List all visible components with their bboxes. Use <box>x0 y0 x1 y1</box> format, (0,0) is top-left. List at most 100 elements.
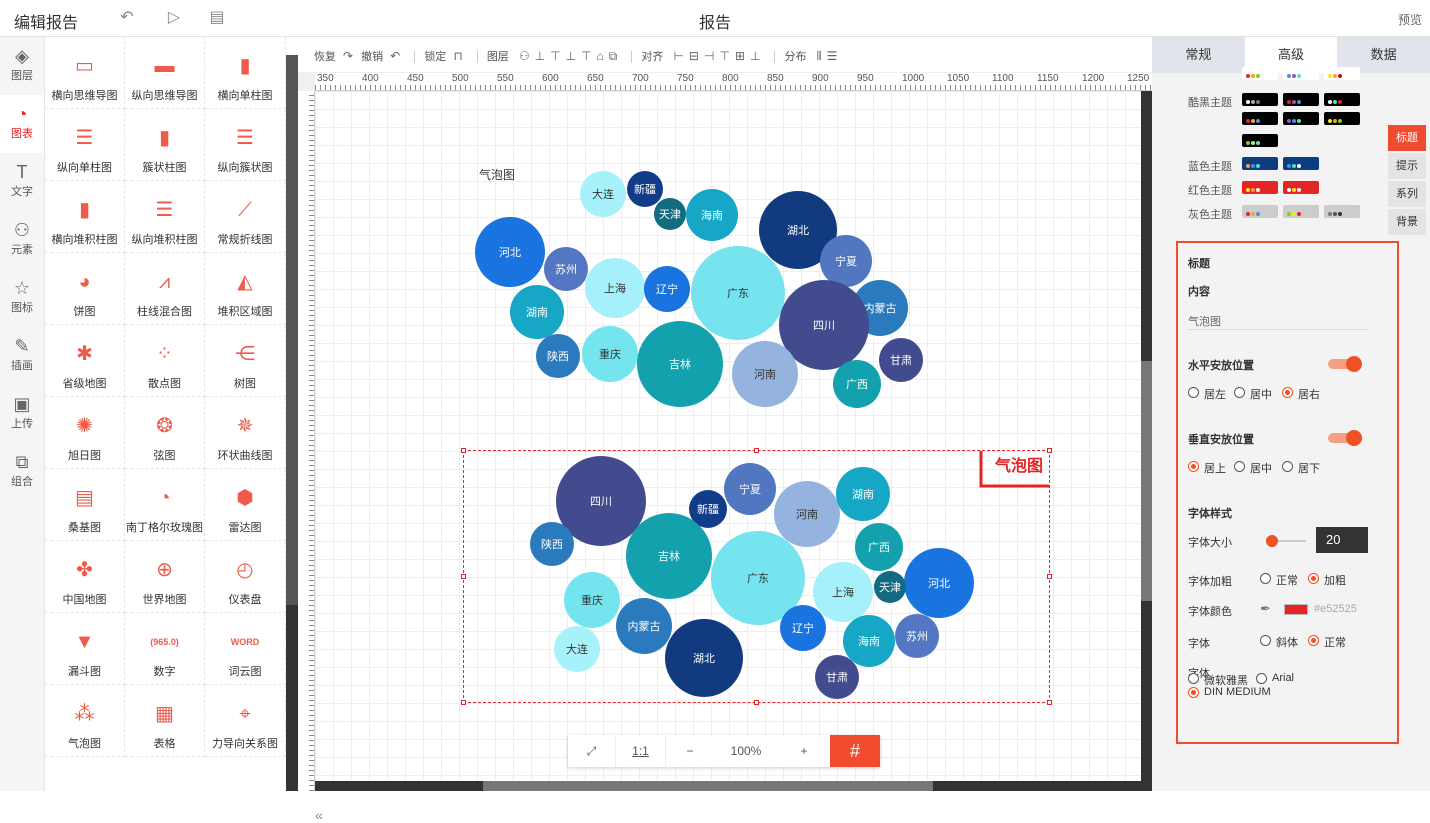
distribute-button[interactable]: 分布 <box>785 48 807 64</box>
palette-item[interactable]: ◴ 仪表盘 <box>205 541 286 613</box>
delete-icon[interactable]: ⌂ <box>596 49 603 63</box>
lock-icon[interactable]: ⊓ <box>453 49 462 63</box>
h-position-radio-2[interactable] <box>1282 387 1293 398</box>
palette-item[interactable]: ▮ 横向堆积柱图 <box>45 181 125 253</box>
grid-toggle-button[interactable]: # <box>830 735 880 767</box>
nav-item-7[interactable]: ⧉ 组合 <box>0 443 44 501</box>
move-down-icon[interactable]: ⊤ <box>581 49 591 63</box>
palette-item[interactable]: ⋲ 树图 <box>205 325 286 397</box>
font-family-radio-2[interactable] <box>1188 687 1199 698</box>
palette-item[interactable]: ⟋ 常规折线图 <box>205 181 286 253</box>
palette-item[interactable]: ❂ 弦图 <box>125 397 205 469</box>
palette-item[interactable]: ✤ 中国地图 <box>45 541 125 613</box>
palette-item[interactable]: ▭ 横向思维导图 <box>45 37 125 109</box>
palette-item[interactable]: ⊕ 世界地图 <box>125 541 205 613</box>
align-button[interactable]: 对齐 <box>641 48 663 64</box>
align-vcenter-icon[interactable]: ⊞ <box>735 49 745 63</box>
palette-item[interactable]: (965.0) 数字 <box>125 613 205 685</box>
v-position-radio-0[interactable] <box>1188 461 1199 472</box>
layer-button[interactable]: 图层 <box>487 48 509 64</box>
bold-radio-0[interactable] <box>1260 573 1271 584</box>
palette-item[interactable]: ✵ 环状曲线图 <box>205 397 286 469</box>
palette-item[interactable]: ▦ 表格 <box>125 685 205 757</box>
theme-swatch[interactable] <box>1242 112 1278 125</box>
palette-item[interactable]: ☰ 纵向簇状图 <box>205 109 286 181</box>
theme-swatch[interactable] <box>1283 93 1319 106</box>
font-color-swatch[interactable] <box>1284 604 1308 615</box>
zoom-out-button[interactable]: − <box>666 735 714 767</box>
font-size-slider[interactable] <box>1266 535 1306 547</box>
palette-item[interactable]: ⁂ 气泡图 <box>45 685 125 757</box>
palette-item[interactable]: ⩘ 柱线混合图 <box>125 253 205 325</box>
font-family-radio-0[interactable] <box>1188 673 1199 684</box>
zoom-in-button[interactable]: + <box>778 735 830 767</box>
palette-item[interactable]: ◭ 堆积区域图 <box>205 253 286 325</box>
h-position-radio-1[interactable] <box>1234 387 1245 398</box>
collapse-panel-icon[interactable]: « <box>315 807 323 823</box>
palette-item[interactable]: ✺ 旭日图 <box>45 397 125 469</box>
panel-tab-0[interactable]: 常规 <box>1152 37 1245 73</box>
preview-button[interactable]: 预览 <box>1398 11 1422 28</box>
theme-swatch[interactable] <box>1324 205 1360 218</box>
palette-item[interactable]: ▬ 纵向思维导图 <box>125 37 205 109</box>
palette-item[interactable]: ☰ 纵向堆积柱图 <box>125 181 205 253</box>
theme-swatch[interactable] <box>1242 181 1278 194</box>
redo-icon[interactable]: ↷ <box>343 49 353 63</box>
v-position-toggle[interactable] <box>1328 430 1362 446</box>
palette-item[interactable]: ▼ 漏斗图 <box>45 613 125 685</box>
play-icon[interactable]: ▷ <box>164 8 184 28</box>
selected-chart-frame[interactable]: 气泡图 四川 新疆 宁夏 河南 湖南 陕西 吉林 广东 广西 河北 上海 天津 重庆 内蒙古 辽宁 海南 苏州大… <box>461 448 1052 705</box>
actual-size-button[interactable]: 1:1 <box>616 735 666 767</box>
nav-item-1[interactable]: ◔ 图表 <box>0 95 44 153</box>
align-right-icon[interactable]: ⊣ <box>704 49 714 63</box>
theme-swatch[interactable] <box>1324 93 1360 106</box>
eyedropper-icon[interactable]: ✒ <box>1260 601 1271 617</box>
distribute-v-icon[interactable]: ☰ <box>827 49 838 63</box>
distribute-h-icon[interactable]: ⫴ <box>817 49 822 64</box>
palette-item[interactable]: ⬢ 雷达图 <box>205 469 286 541</box>
h-position-radio-0[interactable] <box>1188 387 1199 398</box>
v-position-radio-2[interactable] <box>1282 461 1293 472</box>
side-tab-0[interactable]: 标题 <box>1388 125 1426 151</box>
title-content-input[interactable]: 气泡图 <box>1188 313 1221 329</box>
bubble-chart-1[interactable]: 气泡图 大连 新疆 天津 海南 湖北 河北 苏州 宁夏 上海 辽宁 广东 内蒙古 湖南 四川 重庆 吉林 河南 陕… <box>465 161 945 411</box>
theme-swatch[interactable] <box>1283 67 1319 80</box>
side-tab-3[interactable]: 背景 <box>1388 209 1426 235</box>
palette-item[interactable]: ▤ 桑基图 <box>45 469 125 541</box>
align-left-icon[interactable]: ⊢ <box>673 49 683 63</box>
palette-item[interactable]: ▮ 横向单柱图 <box>205 37 286 109</box>
palette-item[interactable]: ▮ 簇状柱图 <box>125 109 205 181</box>
restore-button[interactable]: 恢复 <box>314 48 336 64</box>
palette-item[interactable]: ⌖ 力导向关系图 <box>205 685 286 757</box>
theme-swatch[interactable] <box>1324 112 1360 125</box>
align-bottom-icon[interactable]: ⊥ <box>750 49 760 63</box>
undo-small-icon[interactable]: ↶ <box>390 49 400 63</box>
undo-icon[interactable]: ↶ <box>117 8 137 28</box>
italic-radio-1[interactable] <box>1308 635 1319 646</box>
nav-item-5[interactable]: ✎ 插画 <box>0 327 44 385</box>
design-board[interactable]: 气泡图 大连 新疆 天津 海南 湖北 河北 苏州 宁夏 上海 辽宁 广东 内蒙古 湖南 四川 重庆 吉林 河南陕… <box>315 91 1143 781</box>
palette-item[interactable]: ☰ 纵向单柱图 <box>45 109 125 181</box>
h-position-toggle[interactable] <box>1328 356 1362 372</box>
palette-item[interactable]: ◔ 南丁格尔玫瑰图 <box>125 469 205 541</box>
font-size-input[interactable]: 20 <box>1316 527 1368 553</box>
save-icon[interactable]: ▤ <box>207 8 227 28</box>
nav-item-0[interactable]: ◈ 图层 <box>0 37 44 95</box>
theme-swatch[interactable] <box>1324 67 1360 80</box>
theme-swatch[interactable] <box>1242 205 1278 218</box>
move-up-icon[interactable]: ⊥ <box>566 49 576 63</box>
layer-group-icon[interactable]: ⚇ <box>519 49 530 63</box>
theme-swatch[interactable] <box>1283 112 1319 125</box>
theme-swatch[interactable] <box>1242 93 1278 106</box>
theme-swatch[interactable] <box>1242 134 1278 147</box>
copy-icon[interactable]: ⧉ <box>609 49 618 64</box>
palette-item[interactable]: ⁘ 散点图 <box>125 325 205 397</box>
theme-swatch[interactable] <box>1283 181 1319 194</box>
theme-swatch[interactable] <box>1283 205 1319 218</box>
v-position-radio-1[interactable] <box>1234 461 1245 472</box>
theme-swatch[interactable] <box>1242 157 1278 170</box>
palette-item[interactable]: ✱ 省级地图 <box>45 325 125 397</box>
nav-item-3[interactable]: ⚇ 元素 <box>0 211 44 269</box>
undo-button[interactable]: 撤销 <box>361 48 383 64</box>
bring-front-icon[interactable]: ⊥ <box>535 49 545 63</box>
